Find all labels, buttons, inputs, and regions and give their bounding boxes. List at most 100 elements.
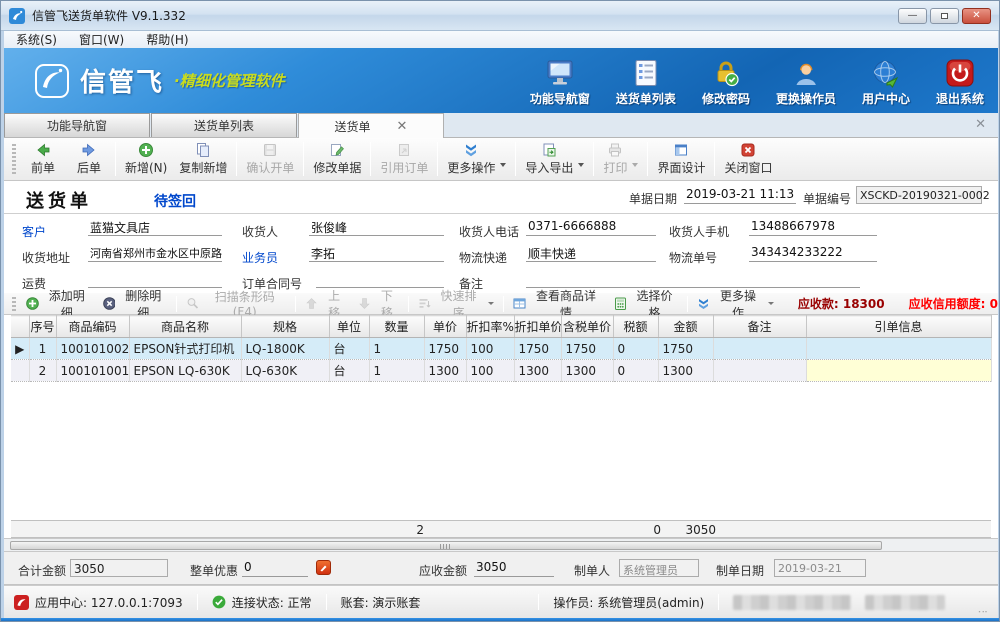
title-bar: 信管飞送货单软件 V9.1.332 — ✕	[1, 1, 1000, 31]
quick-sort-button[interactable]: 快速排序	[412, 294, 501, 314]
tab-nav-window[interactable]: 功能导航窗	[4, 113, 150, 137]
doc-type-title: 送货单	[26, 187, 92, 213]
import-export-button[interactable]: 导入导出	[519, 139, 590, 179]
col-header[interactable]: 折扣率%	[466, 316, 514, 338]
user-center-button[interactable]: 用户中心	[862, 58, 910, 107]
express-field[interactable]: 顺丰快递	[526, 244, 656, 262]
close-window-button[interactable]: 关闭窗口	[718, 139, 778, 179]
phone-field[interactable]: 0371-6666888	[526, 218, 656, 236]
salesman-label[interactable]: 业务员	[242, 249, 278, 266]
list-icon	[631, 58, 661, 88]
tab-delivery-list[interactable]: 送货单列表	[151, 113, 297, 137]
customer-field[interactable]: 蓝猫文具店	[88, 218, 222, 236]
view-product-detail-button[interactable]: 查看商品详情	[507, 294, 607, 314]
col-header[interactable]: 折扣单价	[514, 316, 561, 338]
delivery-list-button[interactable]: 送货单列表	[616, 58, 676, 107]
edit-doc-button[interactable]: 修改单据	[307, 139, 367, 179]
more-detail-actions-button[interactable]: 更多操作	[691, 294, 780, 314]
mobile-field[interactable]: 13488667978	[749, 218, 877, 236]
minimize-button[interactable]: —	[898, 8, 927, 24]
row-selector-header	[11, 316, 29, 338]
app-center-text: 应用中心: 127.0.0.1:7093	[35, 594, 183, 611]
select-price-button[interactable]: 选择价格	[608, 294, 685, 314]
consignee-field[interactable]: 张俊峰	[309, 218, 444, 236]
app-window: 信管飞送货单软件 V9.1.332 — ✕ 系统(S) 窗口(W) 帮助(H) …	[0, 0, 1000, 622]
switch-operator-button[interactable]: 更换操作员	[776, 58, 836, 107]
tracking-label: 物流单号	[669, 249, 717, 266]
contract-field[interactable]	[316, 270, 444, 288]
copy-icon	[195, 142, 211, 158]
next-doc-button[interactable]: 后单	[66, 139, 112, 179]
table-row[interactable]: ▶ 1 100101002 EPSON针式打印机 LQ-1800K 台 1 17…	[11, 338, 991, 360]
tracking-field[interactable]: 343434233222	[749, 244, 877, 262]
move-down-button[interactable]: 下移	[352, 294, 405, 314]
arrow-left-icon	[35, 142, 51, 158]
horizontal-scrollbar[interactable]	[4, 538, 998, 552]
table-detail-icon	[513, 297, 526, 310]
salesman-field[interactable]: 李拓	[309, 244, 444, 262]
freight-field[interactable]	[88, 270, 222, 288]
ref-info-cell[interactable]	[806, 360, 991, 382]
resize-grip[interactable]: ⠠⠤	[975, 606, 988, 618]
col-header[interactable]: 商品名称	[129, 316, 241, 338]
scan-barcode-button[interactable]: 扫描条形码(F4)	[180, 294, 292, 314]
col-header[interactable]: 规格	[241, 316, 329, 338]
more-actions-button[interactable]: 更多操作	[441, 139, 512, 179]
col-header[interactable]: 引单信息	[806, 316, 991, 338]
print-button[interactable]: 打印	[597, 139, 644, 179]
col-header[interactable]: 金额	[658, 316, 713, 338]
tab-strip: 功能导航窗 送货单列表 送货单 ✕ ✕	[4, 113, 998, 138]
row-selector-icon: ▶	[11, 338, 29, 360]
change-password-button[interactable]: 修改密码	[702, 58, 750, 107]
close-button[interactable]: ✕	[962, 8, 991, 24]
redacted-text	[865, 595, 945, 610]
col-header[interactable]: 备注	[713, 316, 806, 338]
customer-label[interactable]: 客户	[22, 223, 46, 240]
maximize-button[interactable]	[930, 8, 959, 24]
ui-design-button[interactable]: 界面设计	[651, 139, 711, 179]
tab-delivery-order[interactable]: 送货单 ✕	[298, 113, 444, 138]
move-up-button[interactable]: 上移	[299, 294, 352, 314]
col-header[interactable]: 序号	[29, 316, 56, 338]
exit-system-button[interactable]: 退出系统	[936, 58, 984, 107]
col-header[interactable]: 税额	[613, 316, 658, 338]
tabstrip-close-icon[interactable]: ✕	[975, 117, 998, 132]
new-doc-button[interactable]: 新增(N)	[119, 139, 173, 179]
phone-label: 收货人电话	[459, 223, 519, 240]
menu-window[interactable]: 窗口(W)	[79, 31, 124, 48]
grid-header-row: 序号 商品编码 商品名称 规格 单位 数量 单价 折扣率% 折扣单价 含税单价 …	[11, 316, 991, 338]
col-header[interactable]: 含税单价	[561, 316, 613, 338]
user-icon	[791, 58, 821, 88]
menu-system[interactable]: 系统(S)	[16, 31, 57, 48]
address-field[interactable]: 河南省郑州市金水区中原路	[88, 244, 222, 262]
doc-date-field[interactable]: 2019-03-21 11:13	[684, 186, 796, 204]
nav-window-button[interactable]: 功能导航窗	[530, 58, 590, 107]
copy-new-button[interactable]: 复制新增	[173, 139, 233, 179]
summary-tax: 0	[613, 523, 661, 537]
arrow-down-icon	[358, 297, 371, 310]
col-header[interactable]: 数量	[369, 316, 424, 338]
document-form: 送货单 待签回 单据日期 2019-03-21 11:13 单据编号 XSCKD…	[4, 181, 998, 293]
col-header[interactable]: 单价	[424, 316, 466, 338]
summary-amount: 3050	[658, 523, 716, 537]
discount-field[interactable]: 0	[242, 559, 308, 577]
menu-help[interactable]: 帮助(H)	[146, 31, 188, 48]
col-header[interactable]: 单位	[329, 316, 369, 338]
ref-order-button[interactable]: 引用订单	[374, 139, 434, 179]
remark-field[interactable]	[526, 270, 860, 288]
dropdown-caret-icon	[488, 302, 494, 305]
discount-edit-icon[interactable]	[316, 560, 331, 575]
table-row[interactable]: 2 100101001 EPSON LQ-630K LQ-630K 台 1 13…	[11, 360, 991, 382]
delete-detail-button[interactable]: 删除明细	[97, 294, 174, 314]
scrollbar-thumb[interactable]	[10, 541, 882, 550]
prev-doc-button[interactable]: 前单	[20, 139, 66, 179]
col-header[interactable]: 商品编码	[56, 316, 129, 338]
redacted-text	[733, 595, 851, 610]
status-bar: 应用中心: 127.0.0.1:7093 连接状态: 正常 账套: 演示账套 操…	[4, 585, 998, 618]
confirm-open-button[interactable]: 确认开单	[240, 139, 300, 179]
add-detail-button[interactable]: 添加明细	[20, 294, 97, 314]
tab-close-icon[interactable]: ✕	[397, 120, 408, 133]
monitor-icon	[545, 58, 575, 88]
import-export-icon	[541, 142, 557, 158]
globe-icon	[871, 58, 901, 88]
